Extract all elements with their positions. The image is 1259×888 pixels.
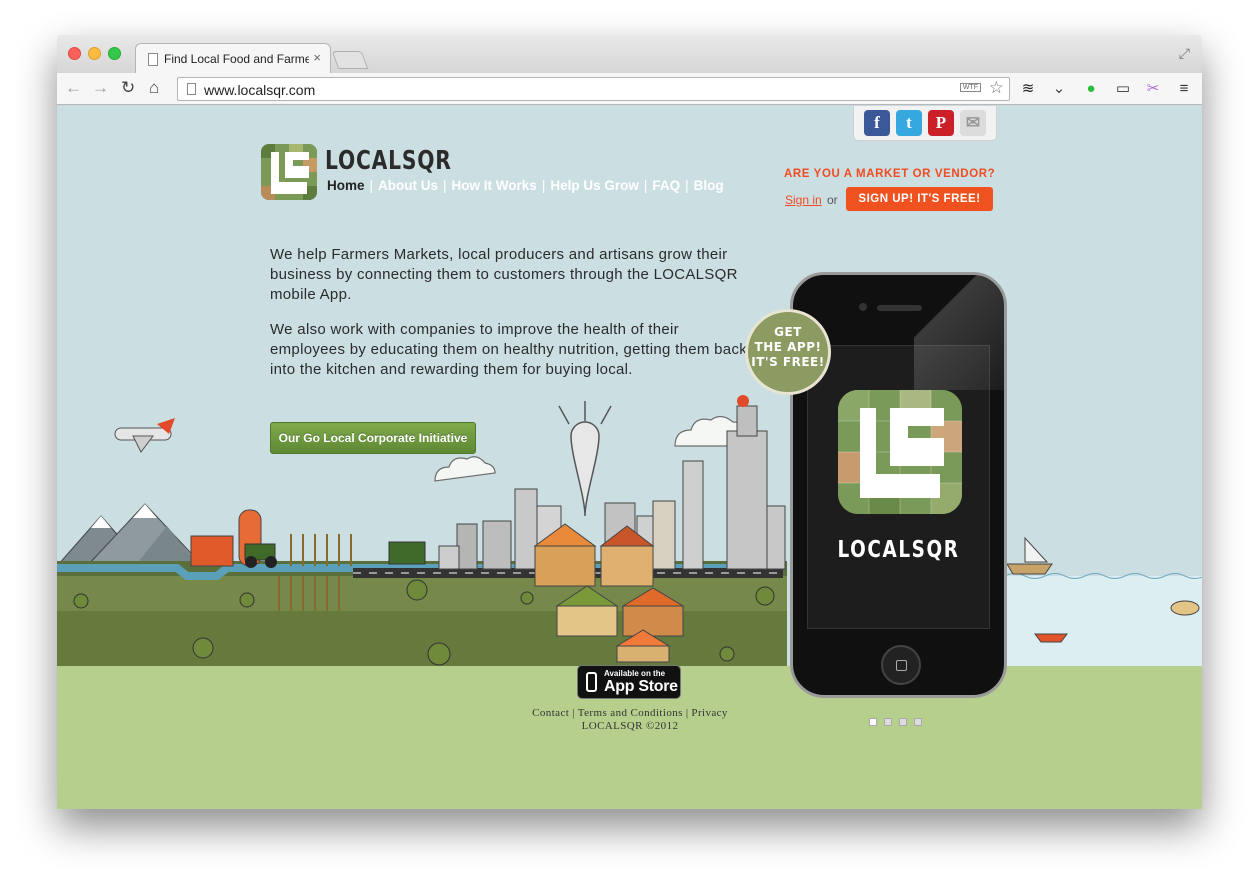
pager-dot[interactable] [914,718,922,726]
tab-title: Find Local Food and Farme [164,52,309,66]
corporate-initiative-button[interactable]: Our Go Local Corporate Initiative [270,422,476,454]
phone-home-button [881,645,921,685]
nav-separator: | [443,178,447,193]
app-store-button[interactable]: Available on the App Store [577,665,681,699]
new-tab-button[interactable] [331,51,369,69]
or-text: or [827,193,838,207]
home-icon[interactable]: ⌂ [149,78,159,98]
browser-toolbar: ← → ↻ ⌂ www.localsqr.com WTF ☆ ≋ ⌄ ● ▭ ✂… [57,73,1202,105]
tab-close-icon[interactable]: × [313,50,321,65]
pinterest-icon[interactable]: P [928,110,954,136]
nav-separator: | [369,178,374,193]
sign-up-button[interactable]: SIGN UP! IT'S FREE! [846,187,993,211]
email-icon[interactable]: ✉ [960,110,986,136]
footer-contact-link[interactable]: Contact [532,707,569,719]
main-nav: Home | About Us | How It Works | Help Us Grow |… [326,178,725,193]
nav-separator: | [541,178,546,193]
app-store-small-text: Available on the [604,669,666,678]
carousel-pager [869,718,929,730]
nav-about-us[interactable]: About Us [378,178,438,193]
phone-gloss [914,275,1004,390]
badge-line-1: GET [774,325,802,339]
badge-line-3: IT'S FREE! [751,355,825,369]
intro-text: We help Farmers Markets, local producers… [270,245,750,395]
reload-icon[interactable]: ↻ [121,78,135,98]
home-square-icon [896,660,907,671]
iphone-icon [586,672,597,692]
camera-icon [859,303,867,311]
extension-badge-icon[interactable]: WTF [959,83,981,92]
nav-home[interactable]: Home [327,178,365,193]
app-store-big-text: App Store [604,678,678,695]
cast-icon[interactable]: ▭ [1114,80,1132,98]
evernote-icon[interactable]: ● [1082,80,1100,98]
pager-dot[interactable] [899,718,907,726]
footer-separator: | [572,707,575,719]
logo-text[interactable]: LOCALSQR [325,146,452,176]
footer-separator: | [685,707,689,719]
close-window-button[interactable] [68,47,81,60]
share-bar: f t P ✉ [853,106,997,141]
pager-dot[interactable] [884,718,892,726]
nav-separator: | [643,178,648,193]
url-text[interactable]: www.localsqr.com [204,82,315,98]
vendor-question: ARE YOU A MARKET OR VENDOR? [784,168,996,180]
intro-paragraph-2: We also work with companies to improve t… [270,321,748,378]
logo-icon[interactable] [261,144,317,200]
tab-strip: Find Local Food and Farme × ⤢ [57,35,1202,73]
pocket-icon[interactable]: ⌄ [1050,80,1068,98]
tab-active[interactable]: Find Local Food and Farme × [135,43,331,73]
footer-privacy-link[interactable]: Privacy [691,707,727,719]
footer-terms-link[interactable]: Terms and Conditions [578,707,683,719]
page-icon [148,53,158,66]
page-icon [187,83,196,95]
browser-window: Find Local Food and Farme × ⤢ ← → ↻ ⌂ ww… [57,35,1202,809]
menu-icon[interactable]: ≡ [1175,80,1193,98]
scissors-icon[interactable]: ✂ [1144,80,1162,98]
badge-line-2: THE APP! [754,340,822,354]
web-page: f t P ✉ LOCALSQR Home | About Us | How It Wo… [57,106,1202,809]
nav-help-us-grow[interactable]: Help Us Grow [550,178,639,193]
address-bar[interactable]: www.localsqr.com WTF ☆ [177,77,1010,101]
minimize-window-button[interactable] [88,47,101,60]
app-name: LOCALSQR [837,537,960,563]
star-icon[interactable]: ☆ [989,78,1004,98]
nav-how-it-works[interactable]: How It Works [452,178,537,193]
nav-blog[interactable]: Blog [694,178,724,193]
nav-faq[interactable]: FAQ [652,178,680,193]
pager-dot[interactable] [869,718,877,726]
app-icon [838,390,962,514]
forward-icon[interactable]: → [92,78,109,98]
maximize-window-button[interactable] [108,47,121,60]
get-app-badge[interactable]: GET THE APP! IT'S FREE! [745,309,831,395]
intro-paragraph-1: We help Farmers Markets, local producers… [270,246,738,303]
layers-icon[interactable]: ≋ [1019,80,1037,98]
facebook-icon[interactable]: f [864,110,890,136]
sign-in-link[interactable]: Sign in [785,193,822,207]
footer-copyright: LOCALSQR ©2012 [581,720,679,732]
back-icon[interactable]: ← [65,78,82,98]
fullscreen-icon[interactable]: ⤢ [1179,45,1190,62]
footer-links: Contact | Terms and Conditions | Privacy [506,707,754,720]
nav-separator: | [685,178,689,193]
twitter-icon[interactable]: t [896,110,922,136]
footer: Contact | Terms and Conditions | Privacy LOC… [506,707,754,733]
